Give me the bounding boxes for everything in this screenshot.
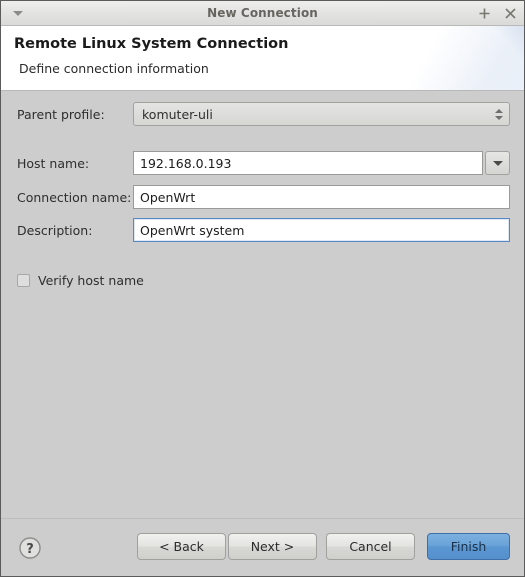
finish-button[interactable]: Finish [427, 533, 510, 560]
back-button[interactable]: < Back [137, 533, 226, 560]
host-name-dropdown-button[interactable] [485, 151, 510, 175]
description-input[interactable]: OpenWrt system [133, 218, 510, 242]
verify-host-name-checkbox-row[interactable]: Verify host name [17, 273, 144, 288]
field-row-parent-profile: Parent profile: komuter-uli [1, 102, 524, 126]
chevron-up-icon [495, 108, 503, 113]
host-name-label: Host name: [17, 155, 90, 171]
connection-name-value: OpenWrt [140, 189, 196, 205]
plus-icon[interactable] [478, 7, 491, 20]
page-title: Remote Linux System Connection [14, 36, 289, 52]
dialog-header-banner: Remote Linux System Connection Define co… [1, 26, 524, 91]
chevron-down-icon [495, 115, 503, 120]
parent-profile-combo[interactable]: komuter-uli [133, 102, 510, 126]
parent-profile-spinner[interactable] [489, 103, 509, 125]
cancel-button[interactable]: Cancel [326, 533, 415, 560]
page-subtitle: Define connection information [19, 61, 209, 76]
field-row-description: Description: OpenWrt system [1, 218, 524, 242]
dialog-body: Parent profile: komuter-uli Host name: 1… [1, 91, 524, 518]
verify-host-name-checkbox[interactable] [17, 274, 30, 287]
connection-name-label: Connection name: [17, 189, 132, 205]
host-name-value: 192.168.0.193 [140, 155, 232, 171]
window-title: New Connection [207, 6, 318, 20]
next-button[interactable]: Next > [228, 533, 317, 560]
header-decoration-arc [354, 26, 524, 90]
footer-button-bar: < Back Next > Cancel Finish [1, 519, 524, 576]
window-titlebar[interactable]: New Connection [1, 1, 524, 26]
connection-name-input[interactable]: OpenWrt [133, 185, 510, 209]
chevron-down-icon [492, 160, 503, 166]
parent-profile-label: Parent profile: [17, 106, 105, 122]
new-connection-dialog: New Connection Remote Linux System Conne… [0, 0, 525, 577]
close-icon[interactable] [504, 7, 517, 20]
description-value: OpenWrt system [140, 222, 245, 238]
field-row-connection-name: Connection name: OpenWrt [1, 185, 524, 209]
host-name-input[interactable]: 192.168.0.193 [133, 151, 483, 175]
parent-profile-value: komuter-uli [142, 106, 213, 122]
window-menu-button[interactable] [9, 1, 27, 25]
field-row-host-name: Host name: 192.168.0.193 [1, 151, 524, 175]
description-label: Description: [17, 222, 93, 238]
chevron-down-icon [13, 10, 23, 16]
window-controls [478, 1, 517, 25]
verify-host-name-label: Verify host name [38, 273, 144, 288]
